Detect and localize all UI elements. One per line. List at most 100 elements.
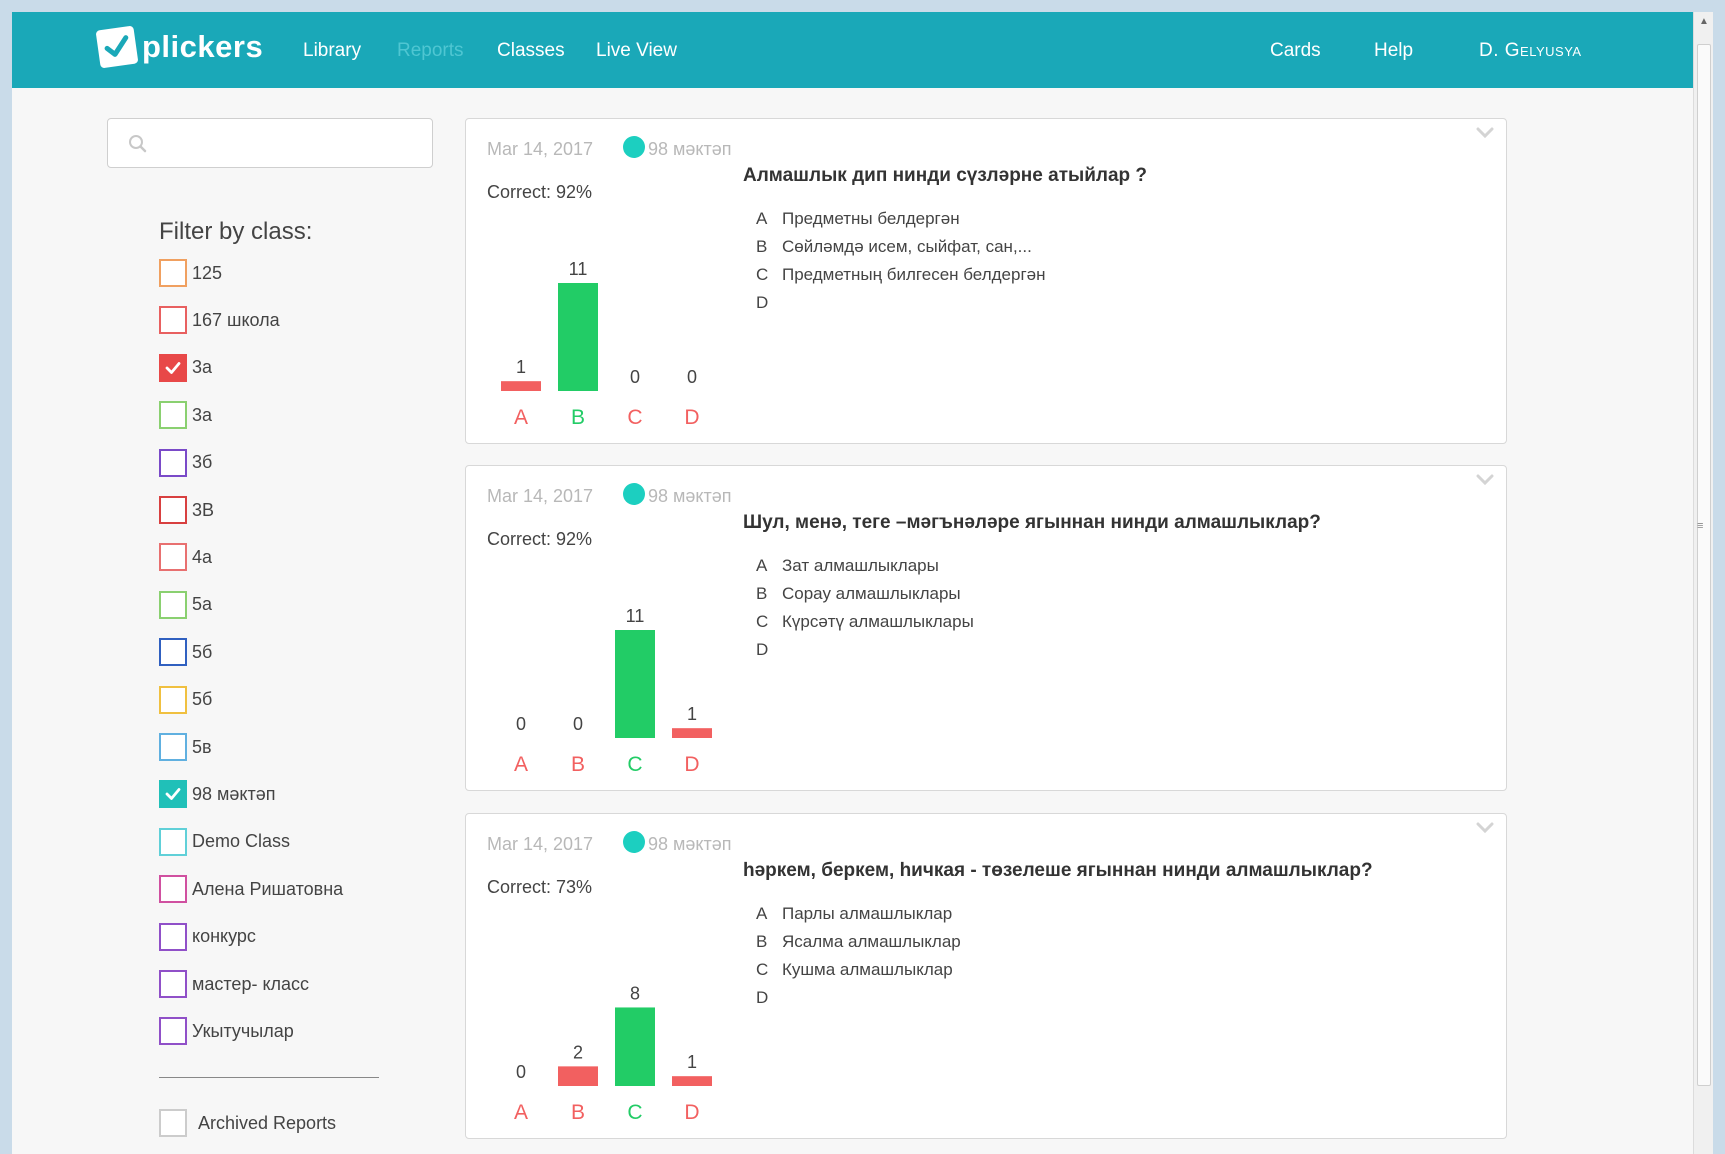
class-filter-item[interactable]: 3а [159,352,212,384]
class-checkbox[interactable] [159,543,187,572]
class-filter-item[interactable]: 3а [159,399,212,431]
brand-logo[interactable]: plickers [95,25,263,69]
class-filter-item[interactable]: 3В [159,494,214,526]
bar-category-label: A [514,406,528,429]
class-checkbox[interactable] [159,638,187,667]
question-text: Алмашлык дип нинди сүзләрне атыйлар ? [743,165,1148,186]
bar-d [672,1076,712,1086]
class-checkbox[interactable] [159,590,187,619]
scroll-grip-icon: ≡ [1697,520,1704,532]
class-checkbox[interactable] [159,448,187,477]
nav-library[interactable]: Library [303,40,361,62]
report-class: 98 мәктәп [648,139,732,159]
answer-letter: B [756,932,768,951]
class-filter-item[interactable]: 5б [159,684,212,716]
search-box[interactable] [107,118,433,168]
nav-cards[interactable]: Cards [1270,40,1321,62]
bar-value-label: 1 [687,704,697,724]
class-checkbox[interactable] [159,685,187,714]
answer-text: Предметның билгесен белдергән [782,265,1046,284]
class-label: 4а [192,546,213,567]
class-filter-item[interactable]: Укытучылар [159,1015,294,1047]
answer-list: A Зат алмашлыклары B Сорау алмашлыклары C Күр… [756,556,974,668]
class-checkbox[interactable] [159,401,187,430]
class-label: конкурс [192,926,256,947]
report-card[interactable]: 0 A 0 B 11 C 1 D Mar 14, 2017 98 мәктәп Correct: 9… [465,465,1507,791]
nav-classes[interactable]: Classes [497,40,565,62]
answer-letter: C [756,960,769,979]
class-filter-item[interactable]: 98 мәктәп [159,778,276,810]
class-filter-item[interactable]: 5в [159,731,212,763]
answer-bar-chart: 0 A 2 B 8 C 1 D [514,983,712,1124]
scroll-up-icon[interactable]: ▲ [1699,16,1709,27]
class-color-dot [623,483,645,505]
class-filter-item[interactable]: конкурс [159,921,256,953]
nav-reports[interactable]: Reports [397,40,464,62]
report-card[interactable]: 0 A 2 B 8 C 1 D Mar 14, 2017 98 мәктәп Correct: 73… [465,813,1507,1139]
class-checkbox[interactable] [159,259,187,287]
bar-value-label: 8 [630,983,640,1003]
answer-letter: D [756,988,769,1007]
chevron-down-icon[interactable] [1476,474,1494,486]
bar-value-label: 0 [516,714,526,734]
class-filter-item[interactable]: 4а [159,541,212,573]
answer-list: A Парлы алмашлыклар B Ясалма алмашлыклар C Ку… [756,904,961,1016]
archived-checkbox[interactable] [159,1109,187,1137]
answer-letter: D [756,293,769,312]
class-checkbox[interactable] [159,780,187,809]
search-icon [129,135,147,153]
bar-value-label: 0 [630,367,640,387]
class-label: 3В [192,499,215,520]
bar-value-label: 11 [626,606,645,626]
chevron-down-icon[interactable] [1476,127,1494,139]
archived-reports-toggle[interactable]: Archived Reports [159,1109,336,1137]
answer-option: C Кушма алмашлыклар [756,960,961,988]
class-filter-item[interactable]: 167 школа [159,304,280,336]
nav-help[interactable]: Help [1374,40,1413,62]
answer-text: Күрсәтү алмашлыклары [782,612,974,631]
class-checkbox[interactable] [159,922,187,951]
check-logo-icon [95,25,139,69]
bar-value-label: 1 [516,357,526,377]
class-checkbox[interactable] [159,970,187,998]
answer-letter: C [756,612,769,631]
question-text: Шул, менә, теге –мәгънәләре ягыннан нинд… [743,512,1321,533]
class-checkbox[interactable] [159,353,187,382]
bar-b [558,283,598,391]
class-filter-item[interactable]: мастер- класс [159,968,309,1000]
search-input[interactable] [156,129,416,159]
report-card[interactable]: 1 A 11 B 0 C 0 D Mar 14, 2017 98 мәктәп Correct: 9… [465,118,1507,444]
bar-category-label: C [627,753,642,776]
class-filter-item[interactable]: 5а [159,589,212,621]
bar-category-label: A [514,753,528,776]
answer-option: A Зат алмашлыклары [756,556,974,584]
class-checkbox[interactable] [159,306,187,335]
class-filter-item[interactable]: 3б [159,447,212,479]
scroll-thumb[interactable] [1697,44,1711,1086]
class-checkbox[interactable] [159,827,187,856]
class-checkbox[interactable] [159,496,187,524]
bar-value-label: 11 [569,259,588,279]
bar-category-label: B [571,406,585,429]
class-filter-item[interactable]: 125 [159,257,222,289]
class-filter-item[interactable]: 5б [159,636,212,668]
report-date: Mar 14, 2017 [487,486,594,506]
chevron-down-icon[interactable] [1476,822,1494,834]
class-checkbox[interactable] [159,875,187,904]
answer-option: B Ясалма алмашлыклар [756,932,961,960]
class-filter-item[interactable]: Demo Class [159,826,290,858]
class-checkbox[interactable] [159,1017,187,1046]
class-checkbox[interactable] [159,733,187,761]
bar-category-label: A [514,1101,528,1124]
answer-letter: A [756,209,768,228]
answer-letter: D [756,640,769,659]
user-menu[interactable]: D. Gelyusya [1479,40,1582,62]
scrollbar[interactable]: ▲ ≡ [1693,12,1713,1154]
answer-option: A Парлы алмашлыклар [756,904,961,932]
archived-label: Archived Reports [198,1112,337,1133]
class-filter-item[interactable]: Алена Ришатовна [159,873,343,905]
class-label: 167 школа [192,309,280,330]
nav-live-view[interactable]: Live View [596,40,677,62]
class-label: Укытучылар [192,1020,294,1041]
answer-letter: B [756,237,768,256]
